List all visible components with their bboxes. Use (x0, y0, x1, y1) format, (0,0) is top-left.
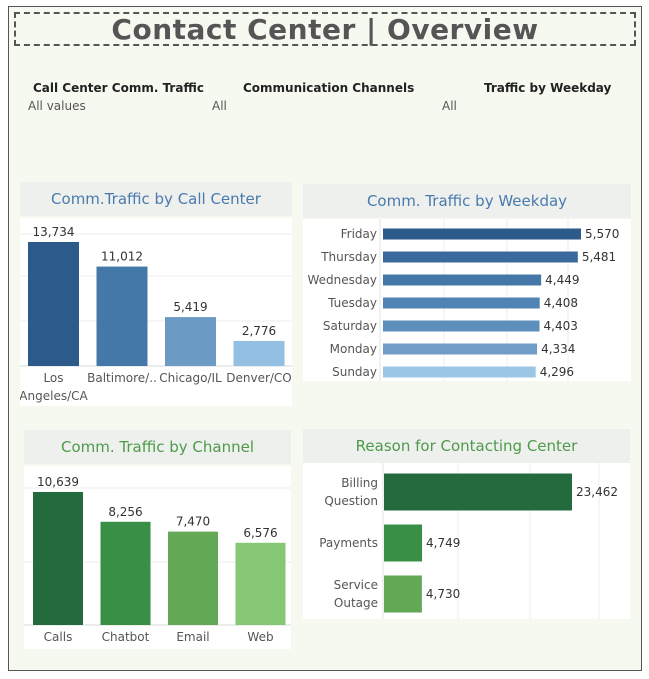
weekday-chart-body: 5,570 Friday 5,481 Thursday 4,449 Wednesday 4,… (303, 219, 631, 381)
bar (383, 320, 540, 332)
bar (28, 242, 79, 366)
category-label: Friday (341, 227, 377, 241)
category-label: Baltimore/.. (87, 371, 157, 385)
category-label: Tuesday (327, 296, 377, 310)
data-label: 4,296 (540, 365, 574, 379)
data-label: 2,776 (242, 324, 276, 338)
category-label: Billing (341, 476, 378, 490)
bar (383, 297, 540, 309)
data-label: 11,012 (101, 250, 143, 264)
filter-call-center-value[interactable]: All values (28, 99, 86, 113)
bar (383, 366, 536, 378)
category-label: Chatbot (102, 630, 150, 644)
channel-chart: 10,639 Calls 8,256 Chatbot 7,470 Email 6,576 We… (24, 475, 291, 644)
reason-chart-header: Reason for Contacting Center (303, 429, 630, 463)
category-label: Chicago/IL (159, 371, 222, 385)
weekday-chart-header: Comm. Traffic by Weekday (303, 184, 631, 218)
call-center-chart-body: 13,734 Los Angeles/CA 11,012 Baltimore/.. 5,4… (19, 218, 292, 406)
category-label: Monday (330, 342, 377, 356)
bar (100, 521, 151, 625)
category-label: Angeles/CA (20, 389, 88, 403)
bar (383, 228, 581, 240)
bar (168, 531, 218, 625)
bar (165, 317, 216, 366)
weekday-chart-title: Comm. Traffic by Weekday (366, 192, 568, 210)
data-label: 4,403 (544, 319, 578, 333)
category-label: Service (334, 578, 378, 592)
data-label: 4,334 (541, 342, 575, 356)
data-label: 4,449 (545, 273, 579, 287)
category-label: Wednesday (308, 273, 377, 287)
bar (384, 473, 572, 511)
category-label: Email (176, 630, 209, 644)
data-label: 4,408 (544, 296, 578, 310)
filter-channels-label: Communication Channels (243, 81, 415, 95)
bar (384, 575, 422, 613)
reason-chart-title: Reason for Contacting Center (355, 437, 578, 455)
category-label: Question (324, 494, 378, 508)
filter-call-center-label: Call Center Comm. Traffic (33, 81, 204, 95)
channel-chart-body: 10,639 Calls 8,256 Chatbot 7,470 Email 6,576 We… (24, 466, 291, 649)
bar (33, 492, 83, 625)
data-label: 4,749 (426, 536, 460, 550)
bar (233, 340, 285, 366)
category-label: Sunday (332, 365, 377, 379)
data-label: 10,639 (37, 475, 79, 489)
data-label: 8,256 (108, 505, 142, 519)
call-center-chart-header: Comm.Traffic by Call Center (20, 182, 292, 216)
category-label: Saturday (323, 319, 377, 333)
reason-chart: 23,462 Billing Question 4,749 Payments 4,730 S… (319, 463, 618, 619)
bar (384, 524, 423, 562)
category-label: Los (43, 371, 63, 385)
bar (383, 251, 578, 263)
reason-chart-body: 23,462 Billing Question 4,749 Payments 4,730 S… (303, 463, 630, 619)
filter-weekday-label: Traffic by Weekday (484, 81, 612, 95)
data-label: 6,576 (243, 526, 277, 540)
channel-chart-header: Comm. Traffic by Channel (24, 430, 291, 464)
dashboard-title-box: Contact Center | Overview (14, 12, 636, 46)
data-label: 5,570 (585, 227, 619, 241)
data-label: 5,481 (582, 250, 616, 264)
dashboard-title: Contact Center | Overview (111, 12, 539, 46)
data-label: 7,470 (176, 515, 210, 529)
bar (235, 542, 286, 625)
data-label: 5,419 (173, 300, 207, 314)
category-label: Outage (334, 596, 378, 610)
data-label: 4,730 (426, 587, 460, 601)
channel-chart-title: Comm. Traffic by Channel (61, 438, 254, 456)
category-label: Thursday (320, 250, 377, 264)
category-label: Web (247, 630, 273, 644)
bar (383, 343, 538, 355)
filter-channels-value[interactable]: All (442, 99, 457, 113)
category-label: Calls (44, 630, 73, 644)
category-label: Payments (319, 536, 378, 550)
data-label: 23,462 (576, 485, 618, 499)
filter-call-center-value-2[interactable]: All (212, 99, 227, 113)
category-label: Denver/CO (226, 371, 292, 385)
weekday-chart: 5,570 Friday 5,481 Thursday 4,449 Wednesday 4,… (308, 219, 619, 381)
data-label: 13,734 (33, 225, 75, 239)
call-center-chart: 13,734 Los Angeles/CA 11,012 Baltimore/.. 5,4… (19, 225, 292, 403)
bar (96, 266, 148, 366)
bar (383, 274, 542, 286)
call-center-chart-title: Comm.Traffic by Call Center (51, 190, 261, 208)
